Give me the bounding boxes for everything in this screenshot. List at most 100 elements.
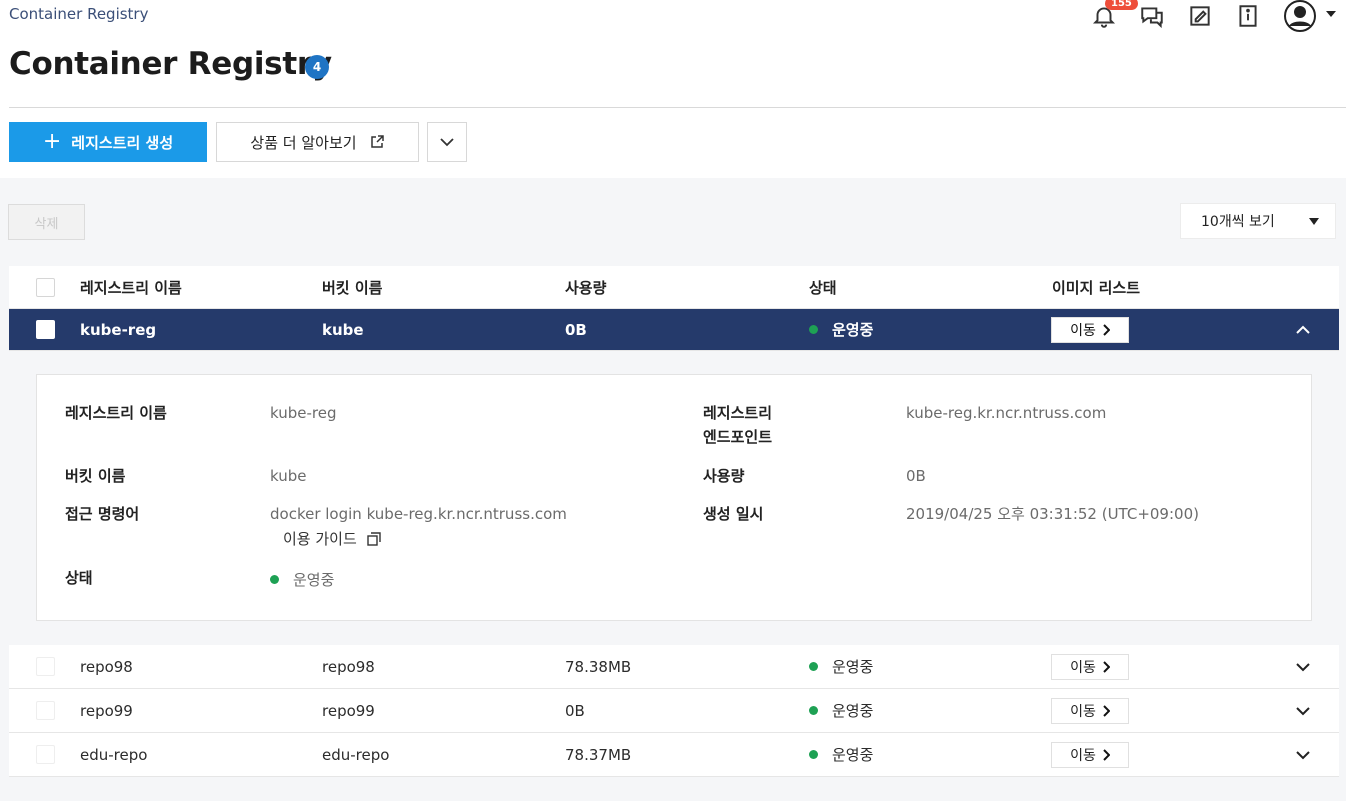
detail-created-label: 생성 일시	[703, 505, 764, 523]
select-all-checkbox[interactable]	[36, 277, 55, 297]
row-bucket-name: kube	[322, 320, 364, 339]
create-registry-button[interactable]: + 레지스트리 생성	[9, 122, 207, 162]
chevron-down-icon	[1296, 750, 1310, 759]
chevron-right-icon	[1103, 660, 1110, 673]
user-avatar-icon[interactable]	[1282, 0, 1318, 32]
expand-button[interactable]	[1295, 733, 1311, 776]
detail-usage: 0B	[906, 467, 926, 485]
go-label: 이동	[1070, 322, 1096, 339]
detail-registry-name: kube-reg	[270, 404, 337, 422]
row-registry-name: kube-reg	[80, 320, 157, 339]
go-button[interactable]: 이동	[1051, 697, 1129, 724]
chevron-right-icon	[1103, 748, 1110, 761]
chevron-down-icon	[1296, 706, 1310, 715]
row-registry-name: repo98	[80, 657, 133, 676]
row-registry-name: edu-repo	[80, 745, 148, 764]
detail-status-label: 상태	[65, 569, 93, 587]
expand-button[interactable]	[1295, 689, 1311, 732]
header-image-list: 이미지 리스트	[1052, 278, 1141, 297]
notification-badge: 155	[1105, 0, 1138, 10]
expand-button[interactable]	[1295, 645, 1311, 688]
row-checkbox[interactable]	[36, 320, 55, 339]
status-text: 운영중	[832, 702, 874, 720]
table-row[interactable]: repo98 repo98 78.38MB 운영중 이동	[9, 645, 1339, 689]
chevron-up-icon	[1296, 325, 1310, 334]
go-label: 이동	[1070, 659, 1096, 676]
chevron-down-icon[interactable]	[1325, 8, 1337, 20]
row-usage: 78.38MB	[565, 657, 632, 676]
row-status: 운영중	[809, 733, 873, 776]
page-title: Container Registry	[9, 46, 332, 82]
row-status: 운영중	[809, 309, 873, 350]
row-checkbox[interactable]	[36, 701, 55, 720]
detail-panel: 레지스트리 이름 kube-reg 레지스트리 엔드포인트 kube-reg.k…	[36, 374, 1312, 621]
header-registry-name[interactable]: 레지스트리 이름	[80, 266, 182, 308]
row-detail: 레지스트리 이름 kube-reg 레지스트리 엔드포인트 kube-reg.k…	[9, 351, 1339, 645]
more-dropdown-button[interactable]	[427, 122, 467, 162]
collapse-button[interactable]	[1295, 309, 1311, 350]
detail-endpoint-label-2: 엔드포인트	[703, 428, 773, 446]
popup-window-icon	[367, 531, 381, 546]
table-row[interactable]: repo99 repo99 0B 운영중 이동	[9, 689, 1339, 733]
detail-registry-name-label: 레지스트리 이름	[65, 404, 167, 422]
row-usage: 78.37MB	[565, 745, 632, 764]
status-dot	[809, 662, 818, 671]
table-row[interactable]: edu-repo edu-repo 78.37MB 운영중 이동	[9, 733, 1339, 777]
row-status: 운영중	[809, 689, 873, 732]
memo-icon[interactable]	[1187, 3, 1213, 29]
usage-guide-link[interactable]: 이용 가이드	[283, 528, 381, 549]
registry-table: 레지스트리 이름 버킷 이름 사용량 상태 이미지 리스트 kube-reg k…	[9, 266, 1339, 777]
chat-icon[interactable]	[1139, 3, 1165, 29]
detail-access-command: docker login kube-reg.kr.ncr.ntruss.com	[270, 505, 567, 523]
go-label: 이동	[1070, 747, 1096, 764]
external-link-icon	[370, 135, 384, 148]
go-label: 이동	[1070, 703, 1096, 720]
table-header: 레지스트리 이름 버킷 이름 사용량 상태 이미지 리스트	[9, 266, 1339, 309]
go-button[interactable]: 이동	[1051, 316, 1129, 343]
info-icon[interactable]	[1235, 3, 1261, 29]
status-dot	[809, 706, 818, 715]
status-dot	[809, 750, 818, 759]
detail-endpoint-label-1: 레지스트리	[703, 404, 773, 422]
title-count-badge: 4	[305, 55, 329, 79]
row-bucket-name: edu-repo	[322, 745, 390, 764]
plus-icon: +	[42, 129, 62, 154]
detail-created: 2019/04/25 오후 03:31:52 (UTC+09:00)	[906, 505, 1199, 523]
learn-more-button[interactable]: 상품 더 알아보기	[216, 122, 419, 162]
per-page-select[interactable]: 10개씩 보기	[1180, 203, 1336, 239]
learn-more-label: 상품 더 알아보기	[250, 133, 357, 152]
breadcrumb[interactable]: Container Registry	[9, 5, 148, 23]
row-checkbox[interactable]	[36, 657, 55, 676]
row-status: 운영중	[809, 645, 873, 688]
detail-bucket: kube	[270, 467, 307, 485]
row-registry-name: repo99	[80, 701, 133, 720]
header-usage[interactable]: 사용량	[565, 266, 606, 308]
go-button[interactable]: 이동	[1051, 741, 1129, 768]
divider	[9, 107, 1346, 108]
row-bucket-name: repo98	[322, 657, 375, 676]
go-button[interactable]: 이동	[1051, 653, 1129, 680]
chevron-down-icon	[440, 138, 454, 147]
delete-button[interactable]: 삭제	[8, 204, 85, 240]
chevron-right-icon	[1103, 704, 1110, 717]
chevron-down-icon	[1296, 662, 1310, 671]
usage-guide-label: 이용 가이드	[283, 530, 357, 548]
detail-usage-label: 사용량	[703, 467, 745, 485]
status-text: 운영중	[832, 658, 874, 676]
header-status[interactable]: 상태	[809, 266, 837, 308]
row-checkbox[interactable]	[36, 745, 55, 764]
detail-status: 운영중	[270, 569, 334, 590]
row-bucket-name: repo99	[322, 701, 375, 720]
create-registry-label: 레지스트리 생성	[71, 133, 174, 152]
status-text: 운영중	[832, 321, 874, 339]
status-dot	[809, 325, 818, 334]
status-text: 운영중	[832, 746, 874, 764]
row-usage: 0B	[565, 320, 587, 339]
detail-status-text: 운영중	[293, 571, 335, 589]
detail-access-label: 접근 명령어	[65, 505, 140, 523]
detail-bucket-label: 버킷 이름	[65, 467, 126, 485]
chevron-right-icon	[1103, 323, 1110, 336]
row-usage: 0B	[565, 701, 585, 720]
header-bucket-name[interactable]: 버킷 이름	[322, 266, 382, 308]
table-row[interactable]: kube-reg kube 0B 운영중 이동	[9, 309, 1339, 351]
